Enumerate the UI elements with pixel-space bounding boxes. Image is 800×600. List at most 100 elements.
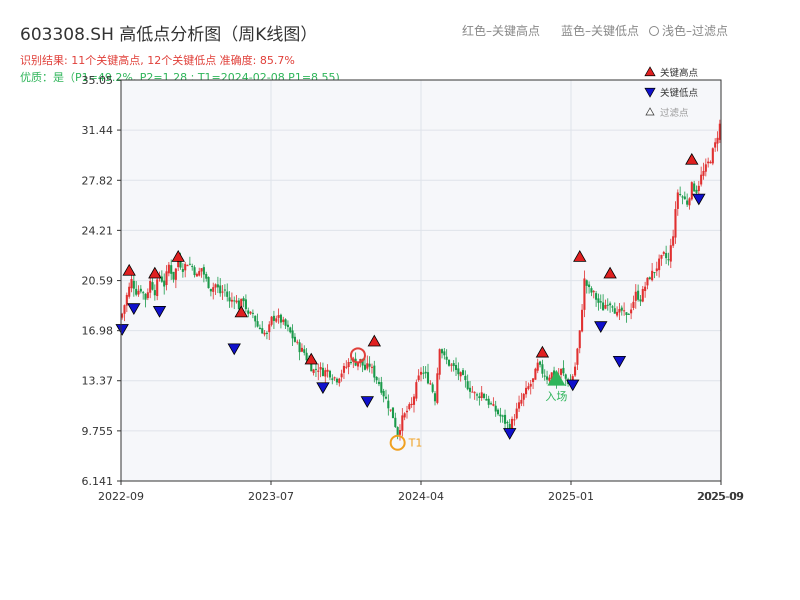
candle-body — [662, 252, 665, 254]
candle-body — [454, 365, 458, 370]
candle-body — [207, 277, 210, 289]
candle-body — [487, 398, 490, 405]
candle-body — [235, 300, 238, 303]
candle-body — [277, 315, 280, 318]
candle-body — [468, 387, 472, 392]
y-tick-label: 20.59 — [82, 275, 114, 288]
candle-body — [576, 348, 579, 365]
candle-body — [293, 336, 296, 342]
x-tick-label: 2024-04 — [398, 490, 444, 503]
candle-body — [177, 261, 180, 268]
candle-body — [303, 349, 306, 353]
candle-body — [230, 299, 233, 302]
candle-body — [539, 361, 542, 365]
candle-body — [433, 393, 437, 402]
y-tick-label: 24.21 — [82, 224, 114, 237]
candle-body — [363, 364, 367, 370]
candle-body — [592, 291, 595, 293]
candle-body — [534, 368, 537, 380]
candle-body — [305, 352, 308, 361]
candle-body — [345, 366, 348, 368]
candle-body — [606, 304, 609, 306]
candle-body — [123, 305, 126, 314]
candle-body — [324, 370, 327, 377]
candle-body — [298, 342, 301, 353]
candle-body — [398, 430, 402, 435]
candle-body — [653, 272, 656, 274]
candle-body — [641, 288, 644, 302]
candle-body — [261, 328, 264, 334]
candle-body — [128, 286, 131, 297]
candle-body — [515, 408, 518, 419]
candle-body — [212, 287, 215, 292]
candle-body — [167, 264, 170, 274]
candle-body — [387, 400, 390, 409]
candle-body — [599, 301, 602, 303]
candle-body — [380, 382, 383, 393]
candle-body — [223, 289, 226, 291]
candle-body — [676, 192, 679, 209]
candle-body — [613, 308, 616, 314]
x-tick-label-overlap: 2025-09 — [697, 490, 743, 503]
candle-body — [226, 291, 229, 297]
candle-body — [450, 364, 453, 366]
candle-body — [590, 288, 593, 293]
candle-body — [436, 373, 439, 403]
candle-body — [258, 327, 261, 330]
candle-body — [163, 280, 166, 287]
candle-body — [445, 356, 448, 360]
candle-body — [697, 185, 700, 192]
candle-body — [482, 393, 486, 398]
candle-body — [130, 279, 133, 289]
candle-body — [265, 332, 268, 334]
candle-body — [588, 284, 591, 288]
candle-body — [503, 414, 507, 424]
candle-body — [475, 394, 479, 396]
candle-body — [254, 315, 257, 322]
candle-body — [667, 259, 670, 261]
candle-body — [548, 377, 551, 381]
x-tick-label: 2025-01 — [548, 490, 594, 503]
candle-body — [616, 311, 619, 316]
candle-body — [422, 372, 425, 374]
candle-body — [251, 312, 254, 314]
candle-body — [583, 278, 586, 310]
candle-body — [655, 268, 658, 272]
candle-body — [403, 413, 406, 418]
candle-body — [160, 276, 163, 282]
candlestick-chart: T1 入场 6.141 9.755 13.37 16.98 20.59 24.21 27.82… — [82, 66, 744, 503]
candle-body — [275, 318, 278, 322]
candle-body — [679, 193, 682, 195]
legend-filtered-label: 过滤点 — [660, 107, 689, 119]
candle-body — [690, 182, 693, 200]
candle-body — [321, 367, 324, 376]
candle-body — [461, 370, 465, 375]
candle-body — [618, 309, 621, 313]
candle-body — [338, 378, 341, 384]
candle-body — [174, 268, 177, 280]
candle-body — [525, 387, 528, 395]
candle-body — [375, 376, 378, 381]
candle-body — [522, 393, 525, 400]
candle-body — [494, 405, 497, 412]
candle-body — [349, 362, 353, 364]
candle-body — [466, 381, 469, 390]
candle-body — [417, 375, 420, 381]
candle-body — [135, 288, 138, 295]
candle-body — [396, 427, 399, 436]
candle-body — [674, 209, 677, 238]
candle-body — [693, 183, 696, 192]
candle-body — [611, 306, 614, 308]
candle-body — [489, 403, 493, 405]
candle-body — [440, 349, 444, 354]
candle-body — [541, 364, 544, 374]
y-tick-label: 16.98 — [82, 325, 114, 338]
candle-body — [149, 280, 152, 293]
candle-body — [202, 267, 205, 275]
candle-body — [319, 367, 322, 370]
candle-body — [630, 309, 633, 314]
candle-body — [704, 164, 707, 172]
entry-label: 入场 — [545, 389, 567, 403]
candle-body — [389, 409, 392, 411]
candle-body — [172, 271, 175, 280]
